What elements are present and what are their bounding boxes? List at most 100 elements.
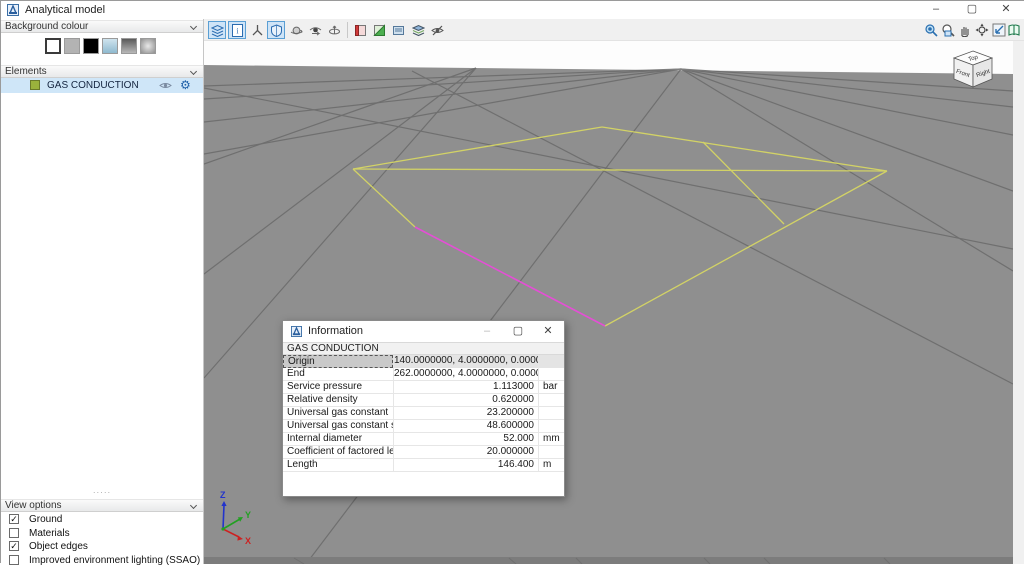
- information-dialog-titlebar[interactable]: Information – ▢ ✕: [283, 321, 564, 342]
- view-option-row: Materials: [1, 527, 203, 540]
- unchecked-checkbox[interactable]: [9, 528, 19, 538]
- view-option-row: ✓ Object edges: [1, 540, 203, 553]
- property-row[interactable]: Universal gas constant squared48.600000: [283, 420, 564, 433]
- swatch-grey-radial-gradient[interactable]: [140, 38, 156, 54]
- view-option-row: Improved environment lighting (SSAO): [1, 554, 203, 567]
- orbit-icon[interactable]: [287, 21, 305, 39]
- gear-icon[interactable]: ⚙: [180, 78, 191, 92]
- checked-checkbox[interactable]: ✓: [9, 541, 19, 551]
- right-side-strip: [1013, 41, 1024, 564]
- swatch-light-grey[interactable]: [64, 38, 80, 54]
- window-maximize-button[interactable]: ▢: [955, 1, 989, 19]
- property-value: 146.400: [393, 459, 538, 472]
- property-row[interactable]: Length146.400m: [283, 459, 564, 472]
- elements-header[interactable]: Elements: [1, 65, 203, 78]
- svg-text:X: X: [245, 536, 251, 546]
- svg-text:Y: Y: [245, 510, 251, 520]
- zoom-window-icon[interactable]: [939, 21, 957, 39]
- view-option-label: Object edges: [29, 541, 88, 552]
- information-dialog: Information – ▢ ✕ GAS CONDUCTION Origin1…: [282, 320, 565, 497]
- section-plane-icon[interactable]: [370, 21, 388, 39]
- view-option-label: Ground: [29, 514, 62, 525]
- property-label: Service pressure: [283, 381, 393, 394]
- property-value: 48.600000: [393, 420, 538, 433]
- dialog-maximize-button[interactable]: ▢: [503, 321, 533, 342]
- property-row[interactable]: Relative density0.620000: [283, 394, 564, 407]
- swatch-dark-grey-gradient[interactable]: [121, 38, 137, 54]
- property-unit: [538, 355, 564, 368]
- sidebar: Background colour Elements GAS CONDUCTIO…: [1, 19, 204, 564]
- property-row[interactable]: Origin140.0000000, 4.0000000, 0.0000000: [283, 355, 564, 368]
- chevron-down-icon: [190, 23, 197, 30]
- property-row[interactable]: Coefficient of factored length20.000000: [283, 446, 564, 459]
- property-unit: [538, 394, 564, 407]
- look-around-icon[interactable]: [306, 21, 324, 39]
- property-row[interactable]: Universal gas constant23.200000: [283, 407, 564, 420]
- app-icon: [7, 4, 19, 16]
- element-row-gas-conduction[interactable]: GAS CONDUCTION ⚙: [1, 78, 203, 93]
- property-value: 23.200000: [393, 407, 538, 420]
- view-option-row: ✓ Ground: [1, 513, 203, 526]
- svg-text:Z: Z: [220, 490, 226, 500]
- view-option-label: Materials: [29, 528, 70, 539]
- property-unit: mm: [538, 433, 564, 446]
- hide-elements-icon[interactable]: [428, 21, 446, 39]
- window-minimize-button[interactable]: –: [919, 1, 953, 19]
- navigate-icon[interactable]: [973, 21, 991, 39]
- property-label: Universal gas constant squared: [283, 420, 393, 433]
- layers-icon[interactable]: [208, 21, 226, 39]
- swatch-black[interactable]: [83, 38, 99, 54]
- clip-panel-icon[interactable]: [389, 21, 407, 39]
- section-box-icon[interactable]: [351, 21, 369, 39]
- property-unit: [538, 420, 564, 433]
- toolbar-separator: [347, 22, 348, 38]
- dialog-minimize-button[interactable]: –: [472, 321, 502, 342]
- dialog-app-icon: [291, 326, 302, 337]
- main-toolbar: i: [204, 19, 1024, 41]
- element-colour-swatch: [30, 80, 40, 90]
- element-label: GAS CONDUCTION: [47, 80, 139, 91]
- axes-tripod-icon[interactable]: [248, 21, 266, 39]
- property-row[interactable]: Internal diameter52.000mm: [283, 433, 564, 446]
- turntable-icon[interactable]: [325, 21, 343, 39]
- analytical-model-window: Analytical model – ▢ ✕ Background colour…: [0, 0, 1024, 563]
- views-book-icon[interactable]: [1005, 21, 1023, 39]
- property-label: Relative density: [283, 394, 393, 407]
- shield-icon[interactable]: [267, 21, 285, 39]
- property-value: 1.113000: [393, 381, 538, 394]
- checked-checkbox[interactable]: ✓: [9, 514, 19, 524]
- chevron-down-icon: [190, 68, 197, 75]
- dialog-element-header: GAS CONDUCTION: [283, 342, 564, 355]
- property-value: 20.000000: [393, 446, 538, 459]
- chevron-down-icon: [190, 502, 197, 509]
- property-label: Origin: [283, 355, 393, 368]
- view-option-label: Improved environment lighting (SSAO): [29, 555, 200, 566]
- property-unit: m: [538, 459, 564, 472]
- property-unit: [538, 446, 564, 459]
- window-close-button[interactable]: ✕: [989, 1, 1023, 19]
- view-options-header[interactable]: View options: [1, 499, 203, 512]
- swatch-white[interactable]: [45, 38, 61, 54]
- property-value: 0.620000: [393, 394, 538, 407]
- document-info-icon[interactable]: i: [228, 21, 246, 39]
- property-value: 140.0000000, 4.0000000, 0.0000000: [393, 355, 538, 368]
- model-stack-icon[interactable]: [409, 21, 427, 39]
- property-row[interactable]: Service pressure1.113000bar: [283, 381, 564, 394]
- background-colour-swatches: [1, 36, 203, 66]
- property-row[interactable]: End262.0000000, 4.0000000, 0.0000000: [283, 368, 564, 381]
- zoom-all-icon[interactable]: [922, 21, 940, 39]
- dialog-title: Information: [308, 325, 363, 337]
- background-colour-header[interactable]: Background colour: [1, 20, 203, 33]
- swatch-sky-gradient[interactable]: [102, 38, 118, 54]
- visibility-eye-icon[interactable]: [159, 81, 172, 90]
- property-label: Length: [283, 459, 393, 472]
- property-unit: [538, 407, 564, 420]
- dialog-close-button[interactable]: ✕: [533, 321, 563, 342]
- pan-icon[interactable]: [956, 21, 974, 39]
- window-titlebar: Analytical model – ▢ ✕: [1, 1, 1024, 19]
- panel-splitter-handle[interactable]: ·····: [1, 490, 203, 498]
- property-unit: bar: [538, 381, 564, 394]
- property-value: 52.000: [393, 433, 538, 446]
- unchecked-checkbox[interactable]: [9, 555, 19, 565]
- navigation-cube[interactable]: Top Front Right: [954, 51, 992, 87]
